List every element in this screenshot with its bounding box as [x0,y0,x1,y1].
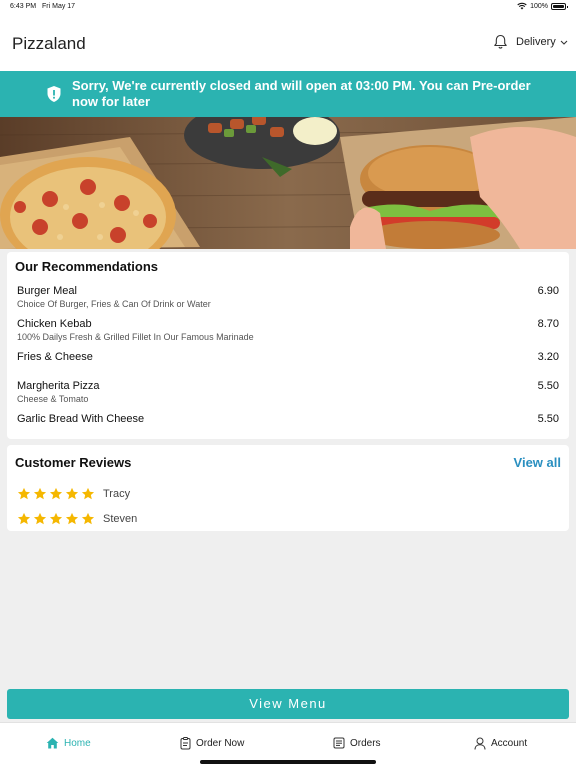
menu-item[interactable]: Fries & Cheese 3.20 [17,351,559,363]
star-icon [17,487,31,500]
delivery-mode-label: Delivery [516,36,556,48]
app-header: Pizzaland Delivery [0,14,576,71]
tab-order-now[interactable]: Order Now [180,737,244,750]
tab-account-label: Account [491,738,528,749]
tab-order-now-label: Order Now [196,738,245,749]
home-indicator [200,760,376,764]
reviewer-name: Steven [103,513,138,525]
star-rating [17,512,95,526]
menu-item-price: 3.20 [537,351,559,363]
battery-percent: 100% [530,2,548,10]
star-icon [49,512,63,525]
star-icon [33,487,47,500]
food-photo-illustration [0,117,576,249]
recommendations-title: Our Recommendations [15,259,159,274]
delivery-mode-selector[interactable]: Delivery [516,36,568,48]
menu-item[interactable]: Burger Meal Choice Of Burger, Fries & Ca… [17,285,559,309]
tab-orders-label: Orders [350,737,381,749]
star-icon [49,487,63,500]
review-item[interactable]: Tracy [17,487,130,501]
tab-home[interactable]: Home [46,737,91,749]
menu-item-name: Margherita Pizza [17,380,100,392]
status-time: 6:43 PM [10,3,37,10]
tab-home-label: Home [64,737,91,749]
closed-banner: Sorry, We're currently closed and will o… [0,71,576,117]
menu-item-price: 8.70 [537,318,559,330]
wifi-icon [517,2,527,10]
star-icon [81,512,95,525]
menu-item-price: 6.90 [537,285,559,297]
menu-item-name: Chicken Kebab [17,318,92,330]
menu-item-description: 100% Dailys Fresh & Grilled Fillet In Ou… [17,332,254,342]
menu-item[interactable]: Garlic Bread With Cheese 5.50 [17,413,559,425]
reviews-title: Customer Reviews [15,455,132,470]
menu-item[interactable]: Chicken Kebab 100% Dailys Fresh & Grille… [17,318,559,342]
bell-icon[interactable] [493,34,508,50]
menu-item-name: Fries & Cheese [17,351,93,363]
menu-item-name: Burger Meal [17,285,77,297]
reviewer-name: Tracy [103,488,131,500]
restaurant-title: Pizzaland [12,34,86,53]
menu-item[interactable]: Margherita Pizza Cheese & Tomato 5.50 [17,380,559,404]
tab-account[interactable]: Account [474,737,527,750]
closed-message: Sorry, We're currently closed and will o… [72,78,531,109]
order-now-icon [180,737,191,750]
menu-item-name: Garlic Bread With Cheese [17,413,145,425]
review-item[interactable]: Steven [17,512,137,526]
orders-icon [333,737,345,749]
menu-item-description: Choice Of Burger, Fries & Can Of Drink o… [17,299,211,309]
hero-image [0,117,576,249]
view-menu-button[interactable]: View Menu [7,689,569,719]
menu-item-description: Cheese & Tomato [17,394,89,404]
star-icon [81,487,95,500]
star-rating [17,487,95,501]
status-date: Fri May 17 [42,3,76,10]
star-icon [65,512,79,525]
star-icon [33,512,47,525]
view-all-link[interactable]: View all [514,455,561,470]
star-icon [17,512,31,525]
tab-orders[interactable]: Orders [333,737,381,749]
shield-icon [47,86,61,102]
customer-reviews-card: Customer Reviews View all Tracy Steven [7,445,569,531]
home-icon [46,737,59,749]
menu-item-price: 5.50 [537,380,559,392]
menu-item-price: 5.50 [537,413,559,425]
star-icon [65,487,79,500]
status-bar: 6:43 PM Fri May 17 100% [0,0,576,14]
account-icon [474,737,486,750]
recommendations-card: Our Recommendations Burger Meal Choice O… [7,252,569,439]
battery-icon [551,2,568,10]
chevron-down-icon [560,40,568,45]
status-right: 100% [517,2,568,10]
